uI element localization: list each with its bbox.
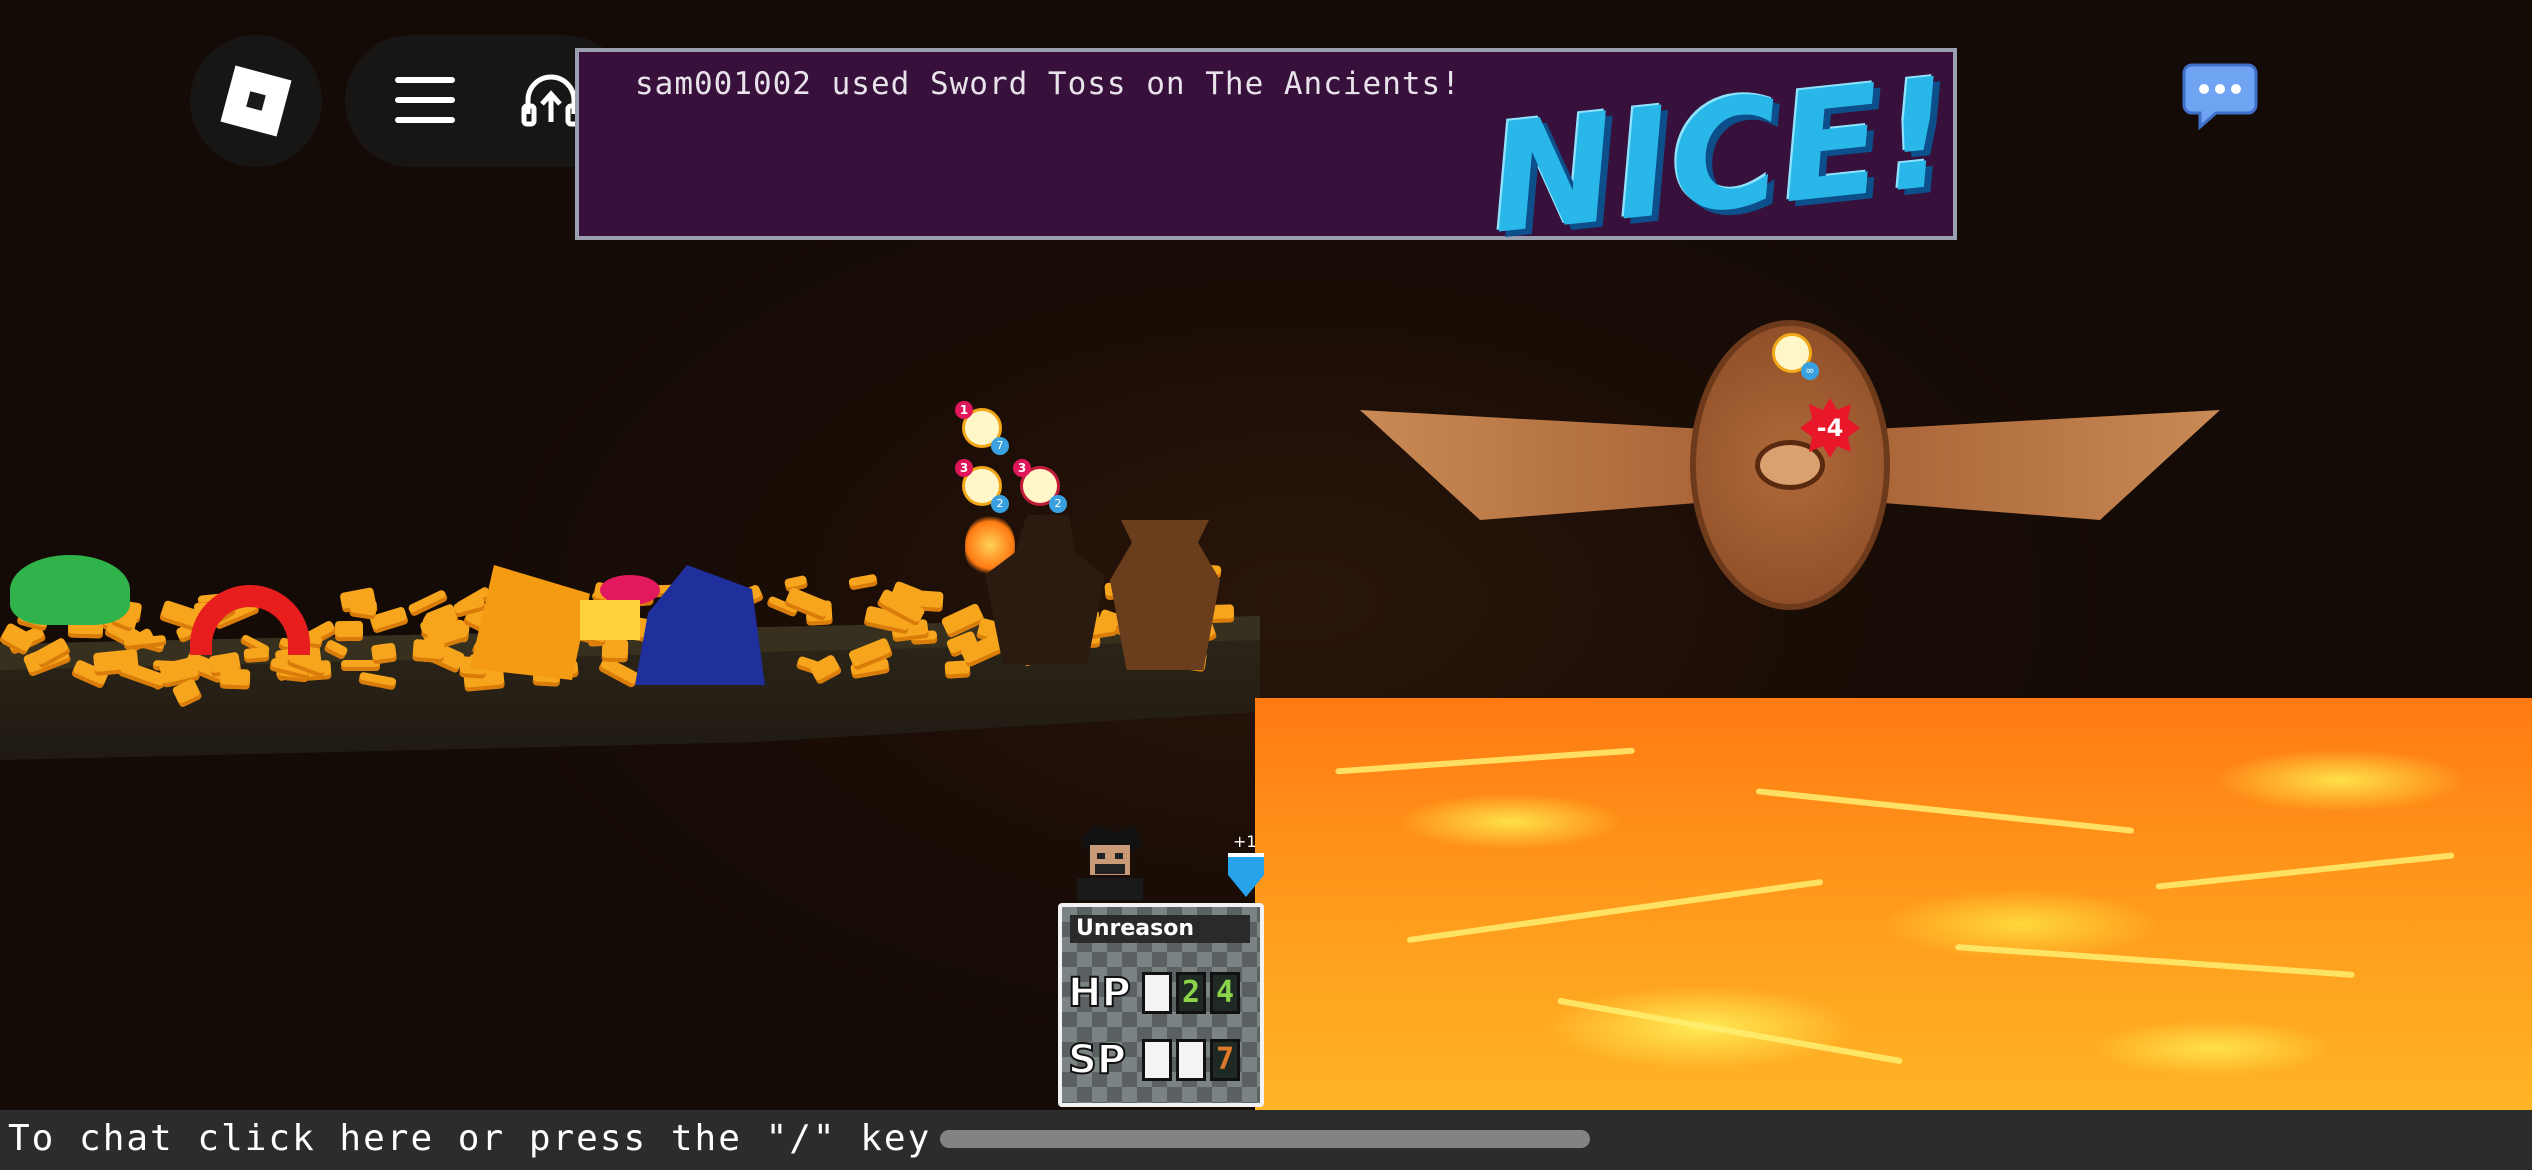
gold-coin — [371, 643, 397, 665]
gold-coin — [335, 621, 363, 641]
green-gem — [10, 555, 130, 625]
battle-log-message: sam001002 used Sword Toss on The Ancient… — [635, 66, 1461, 102]
hp-digit: 4 — [1210, 972, 1240, 1014]
sp-row: SP 7 — [1068, 1037, 1240, 1083]
hp-label: HP — [1068, 970, 1138, 1016]
hp-row: HP 2 4 — [1068, 970, 1240, 1016]
fire-status-icon: 17 — [962, 408, 1002, 448]
hp-digit: 2 — [1176, 972, 1206, 1014]
nice-feedback: NICE! — [1482, 58, 1957, 256]
horizontal-scrollbar[interactable] — [940, 1130, 1590, 1148]
shield-buff-label: +1 — [1233, 832, 1257, 851]
status-turns: ∞ — [1801, 362, 1819, 380]
player-status-card[interactable]: Unreason HP 2 4 SP 7 — [1058, 903, 1264, 1107]
lightning-status-icon: 32 — [962, 466, 1002, 506]
gold-coin — [219, 668, 249, 689]
gold-coin — [601, 638, 628, 662]
roblox-menu-button[interactable] — [190, 35, 322, 167]
player-name: Unreason — [1070, 915, 1250, 943]
hamburger-menu-icon[interactable] — [395, 77, 455, 123]
gold-coin — [412, 639, 444, 663]
roblox-logo-icon — [220, 65, 291, 136]
sp-digit — [1142, 1039, 1172, 1081]
sp-digit — [1176, 1039, 1206, 1081]
hp-digit — [1142, 972, 1172, 1014]
chat-prompt: To chat click here or press the "/" key — [8, 1118, 931, 1159]
heart-status-icon: 32 — [1020, 466, 1060, 506]
lava-pool — [1255, 698, 2532, 1110]
sp-digit: 7 — [1210, 1039, 1240, 1081]
battle-log-banner: sam001002 used Sword Toss on The Ancient… — [575, 48, 1957, 240]
boss-status-icon: ∞ — [1772, 333, 1812, 373]
sp-label: SP — [1068, 1037, 1138, 1083]
chat-bubble-icon[interactable] — [2180, 55, 2260, 135]
player-avatar — [1065, 820, 1155, 900]
yellow-crystal — [580, 600, 640, 640]
headset-upload-icon[interactable] — [520, 70, 582, 132]
